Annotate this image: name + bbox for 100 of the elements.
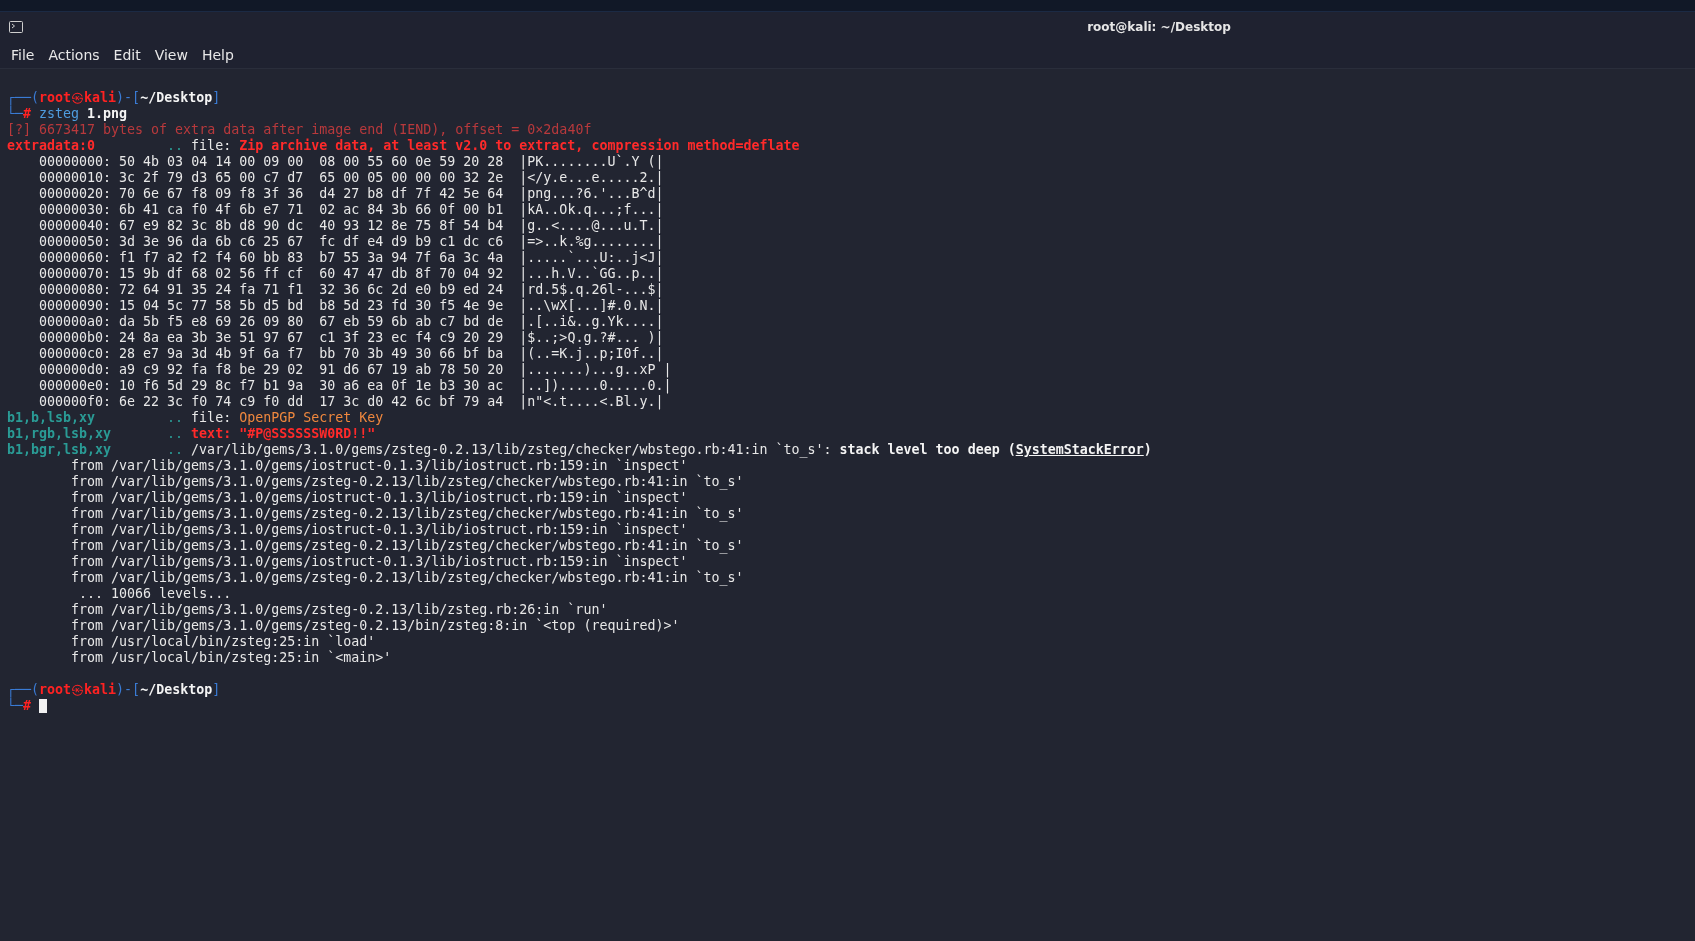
hex-ascii: |(..=K.j..p;I0f..| [519, 346, 664, 362]
result-key: file: [191, 138, 232, 154]
check-name: b1,bgr,lsb,xy [7, 442, 112, 457]
hex-offset: 00000040: [39, 218, 112, 234]
stack-trace-line: from /var/lib/gems/3.1.0/gems/zsteg-0.2.13/lib/zsteg/checker/wbstego.rb:41:in `to_s' [71, 474, 744, 490]
hex-offset: 000000f0: [39, 394, 112, 410]
hex-offset: 00000090: [39, 298, 112, 314]
hex-ascii: |.......)...g..xP | [519, 362, 672, 378]
hex-ascii: |kA..Ok.q...;f...| [519, 202, 664, 218]
menu-item[interactable]: View [147, 47, 195, 63]
hex-offset: 00000070: [39, 266, 112, 282]
menu-item[interactable]: Edit [106, 47, 148, 63]
result-value: "#P@SSSSSSW0RD!!" [239, 426, 376, 442]
prompt-path: ~/Desktop [140, 90, 213, 106]
hex-bytes: 72 64 91 35 24 fa 71 f1 32 36 6c 2d e0 b9 ed 24 [119, 282, 504, 298]
hex-bytes: 67 e9 82 3c 8b d8 90 dc 40 93 12 8e 75 8f 54 b4 [119, 218, 504, 234]
hex-ascii: |rd.5$.q.26l-...$| [519, 282, 664, 298]
command-argument: 1.png [87, 106, 128, 122]
hex-ascii: |=>..k.%g........| [519, 234, 664, 250]
hex-offset: 00000030: [39, 202, 112, 218]
hex-bytes: 3d 3e 96 da 6b c6 25 67 fc df e4 d9 b9 c1 dc c6 [119, 234, 504, 250]
menu-item[interactable]: Help [194, 47, 241, 63]
error-location: /var/lib/gems/3.1.0/gems/zsteg-0.2.13/lib/zsteg/checker/wbstego.rb:41:in `to_s': [191, 442, 832, 458]
separator-dots: .. [167, 442, 184, 458]
hex-bytes: 6b 41 ca f0 4f 6b e7 71 02 ac 84 3b 66 0f 00 b1 [119, 202, 504, 218]
prompt-user: root [39, 90, 72, 106]
hex-bytes: 28 e7 9a 3d 4b 9f 6a f7 bb 70 3b 49 30 66 bf ba [119, 346, 504, 362]
prompt-symbol: # [23, 698, 32, 714]
stack-trace-line: from /var/lib/gems/3.1.0/gems/zsteg-0.2.13/lib/zsteg.rb:26:in `run' [71, 602, 608, 618]
hex-offset: 000000a0: [39, 314, 112, 330]
stack-trace-line: from /usr/local/bin/zsteg:25:in `<main>' [71, 650, 392, 666]
stack-trace-line: from /var/lib/gems/3.1.0/gems/iostruct-0.1.3/lib/iostruct.rb:159:in `inspect' [71, 458, 688, 474]
hex-bytes: 10 f6 5d 29 8c f7 b1 9a 30 a6 ea 0f 1e b3 30 ac [119, 378, 504, 394]
hex-ascii: |..]).....0.....0.| [519, 378, 672, 394]
hex-bytes: f1 f7 a2 f2 f4 60 bb 83 b7 55 3a 94 7f 6a 3c 4a [119, 250, 504, 266]
hex-offset: 000000b0: [39, 330, 112, 346]
hex-ascii: |.....`...U:..j<J| [519, 250, 664, 266]
prompt-frame: └─ [7, 698, 23, 714]
closing-paren: ) [1143, 442, 1152, 458]
hex-ascii: |</y.e...e.....2.| [519, 170, 664, 186]
command: zsteg [39, 106, 80, 122]
result-key: file: [191, 410, 232, 426]
prompt-frame: ] [212, 90, 221, 106]
hex-ascii: |g..<....@...u.T.| [519, 218, 664, 234]
hex-ascii: |..\wX[...]#.0.N.| [519, 298, 664, 314]
hex-bytes: 70 6e 67 f8 09 f8 3f 36 d4 27 b8 df 7f 42 5e 64 [119, 186, 504, 202]
separator-dots: .. [167, 410, 184, 426]
error-class: SystemStackError [1015, 442, 1144, 458]
hex-bytes: 15 9b df 68 02 56 ff cf 60 47 47 db 8f 70 04 92 [119, 266, 504, 282]
hex-offset: 00000000: [39, 154, 112, 170]
stack-trace-line: from /var/lib/gems/3.1.0/gems/zsteg-0.2.13/bin/zsteg:8:in `<top (required)>' [71, 618, 680, 634]
hex-ascii: |png...?6.'...B^d| [519, 186, 664, 202]
hex-bytes: 24 8a ea 3b 3e 51 97 67 c1 3f 23 ec f4 c9 20 29 [119, 330, 504, 346]
hex-ascii: |PK........U`.Y (| [519, 154, 664, 170]
result-value: OpenPGP Secret Key [239, 410, 384, 426]
stack-trace-line: from /var/lib/gems/3.1.0/gems/zsteg-0.2.13/lib/zsteg/checker/wbstego.rb:41:in `to_s' [71, 538, 744, 554]
hex-offset: 00000020: [39, 186, 112, 202]
hex-offset: 00000060: [39, 250, 112, 266]
stack-trace-line: from /var/lib/gems/3.1.0/gems/zsteg-0.2.13/lib/zsteg/checker/wbstego.rb:41:in `to_s' [71, 506, 744, 522]
hex-offset: 00000080: [39, 282, 112, 298]
hex-ascii: |$..;>Q.g.?#... )| [519, 330, 664, 346]
hex-bytes: 15 04 5c 77 58 5b d5 bd b8 5d 23 fd 30 f5 4e 9e [119, 298, 504, 314]
stack-trace-line: from /var/lib/gems/3.1.0/gems/zsteg-0.2.13/lib/zsteg/checker/wbstego.rb:41:in `to_s' [71, 570, 744, 586]
separator-dots: .. [167, 426, 184, 442]
check-name: b1,rgb,lsb,xy [7, 426, 112, 441]
prompt-frame: └─ [7, 106, 23, 122]
check-name: b1,b,lsb,xy [7, 410, 96, 425]
hex-offset: 000000d0: [39, 362, 112, 378]
prompt-frame: ] [212, 682, 221, 698]
hex-offset: 00000010: [39, 170, 112, 186]
terminal-icon [9, 21, 23, 33]
hex-bytes: 50 4b 03 04 14 00 09 00 08 00 55 60 0e 59 20 28 [119, 154, 504, 170]
prompt-frame: ┌──( [7, 90, 40, 106]
prompt-path: ~/Desktop [140, 682, 213, 698]
warning-message: [?] 6673417 bytes of extra data after image end (IEND), offset = 0×2da40f [7, 122, 592, 138]
check-name: extradata:0 [7, 138, 96, 153]
stack-trace-line: from /var/lib/gems/3.1.0/gems/iostruct-0.1.3/lib/iostruct.rb:159:in `inspect' [71, 490, 688, 506]
stack-trace-line: from /var/lib/gems/3.1.0/gems/iostruct-0.1.3/lib/iostruct.rb:159:in `inspect' [71, 522, 688, 538]
prompt-host: kali [84, 682, 117, 698]
result-value: Zip archive data, at least v2.0 to extract, compression method=deflate [239, 138, 800, 154]
stack-trace-line: from /usr/local/bin/zsteg:25:in `load' [71, 634, 376, 650]
hex-bytes: a9 c9 92 fa f8 be 29 02 91 d6 67 19 ab 78 50 20 [119, 362, 504, 378]
prompt-user: root [39, 682, 72, 698]
hex-offset: 000000e0: [39, 378, 112, 394]
hex-bytes: da 5b f5 e8 69 26 09 80 67 eb 59 6b ab c7 bd de [119, 314, 504, 330]
hex-offset: 00000050: [39, 234, 112, 250]
hex-bytes: 6e 22 3c f0 74 c9 f0 dd 17 3c d0 42 6c bf 79 a4 [119, 394, 504, 410]
menu-item[interactable]: File [4, 47, 42, 63]
result-key: text: [191, 426, 232, 442]
prompt-host: kali [84, 90, 117, 106]
hex-ascii: |...h.V..`GG..p..| [519, 266, 664, 282]
hex-ascii: |.[..i&..g.Yk....| [519, 314, 664, 330]
prompt-frame: )-[ [116, 90, 141, 106]
error-message: stack level too deep ( [839, 442, 1016, 458]
window-title: root@kali: ~/Desktop [1087, 20, 1231, 34]
hex-bytes: 3c 2f 79 d3 65 00 c7 d7 65 00 05 00 00 00 32 2e [119, 170, 504, 186]
hex-offset: 000000c0: [39, 346, 112, 362]
prompt-at-sign: ㉿ [71, 682, 85, 698]
menu-item[interactable]: Actions [41, 47, 107, 63]
prompt-frame: ┌──( [7, 682, 40, 698]
